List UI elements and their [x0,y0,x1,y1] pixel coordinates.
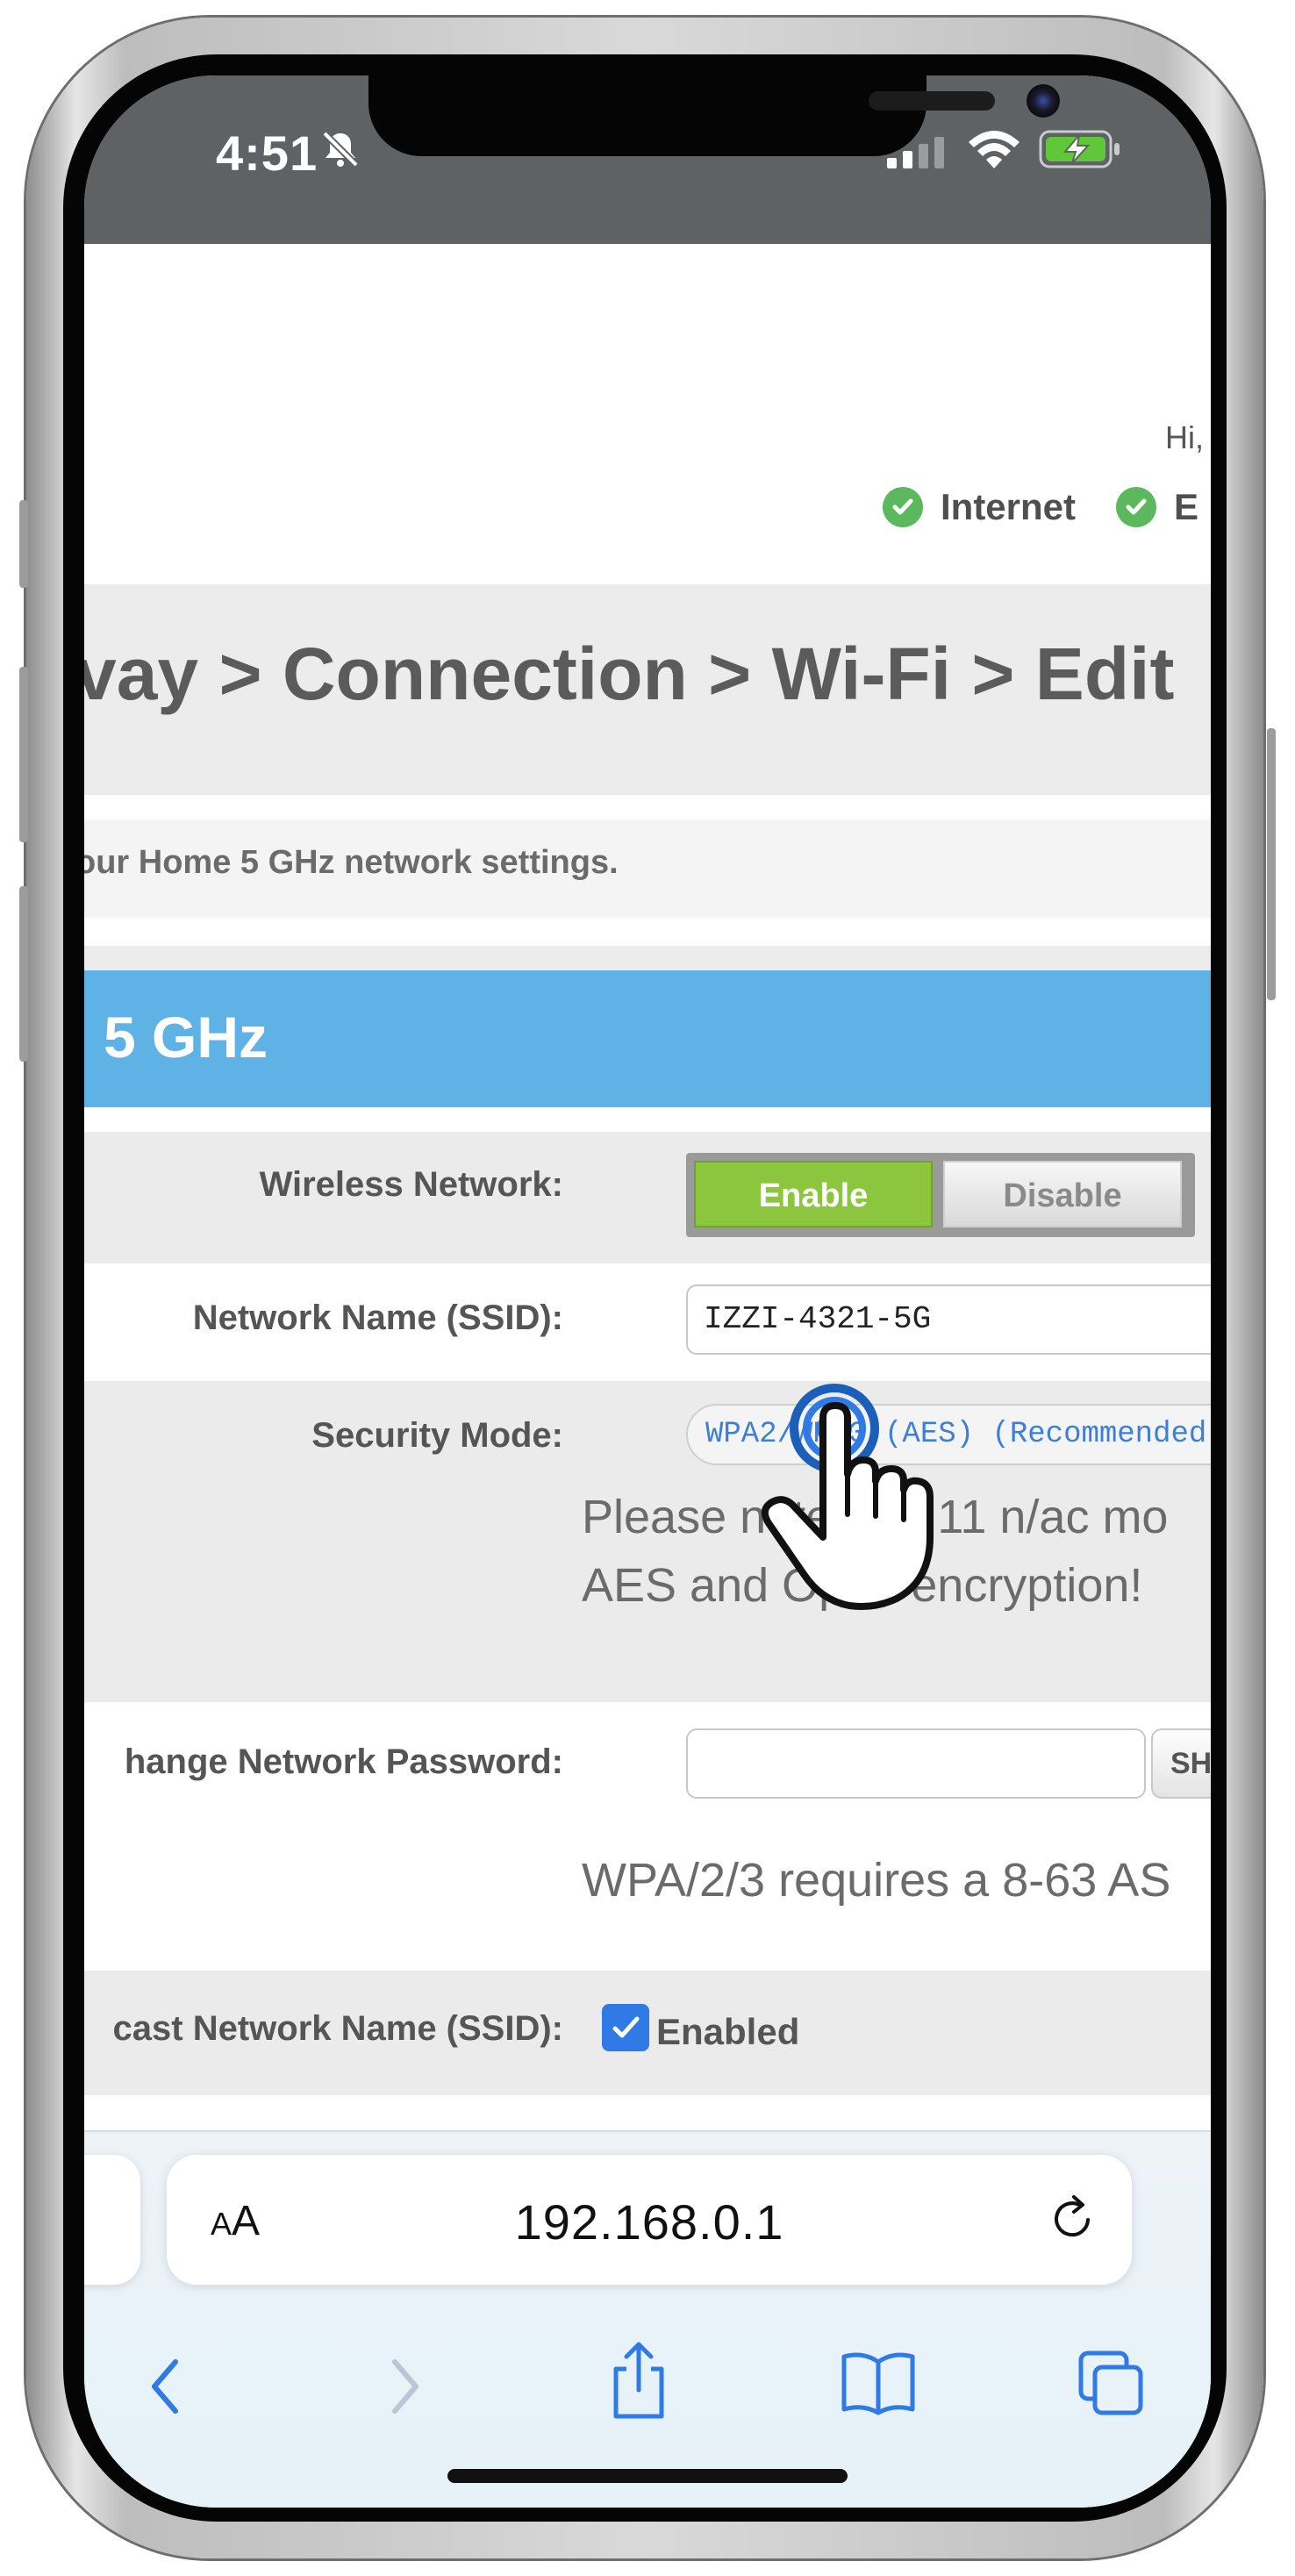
tap-gesture-hand-icon [761,1384,934,1610]
address-bar[interactable]: AA 192.168.0.1 [167,2155,1132,2285]
enable-button[interactable]: Enable [694,1161,933,1227]
second-status-label: E [1174,486,1199,527]
band-header: 5 GHz [84,970,1211,1107]
web-page[interactable]: Hi, Internet E vay > Connection > Wi-Fi … [84,244,1211,2218]
breadcrumb-bar: vay > Connection > Wi-Fi > Edit [84,584,1211,795]
side-button-mute [19,500,28,588]
phone-screen: 4:51 Hi, Internet E vay > Connection > W… [84,75,1211,2508]
tabs-icon[interactable] [1076,2348,1146,2418]
ssid-label: Network Name (SSID): [192,1299,563,1337]
browser-toolbar: AA 192.168.0.1 [84,2130,1211,2508]
password-requirement-note: WPA/2/3 requires a 8-63 AS [582,1854,1171,1907]
security-mode-label: Security Mode: [311,1416,563,1455]
battery-charging-icon [1039,130,1120,168]
change-password-label: hange Network Password: [124,1742,563,1781]
broadcast-ssid-label: cast Network Name (SSID): [112,2009,563,2048]
ssid-input[interactable]: IZZI-4321-5G [686,1284,1211,1355]
side-button-volume-up [19,667,28,842]
url-text: 192.168.0.1 [514,2194,784,2250]
section-spacer [84,946,1211,970]
broadcast-ssid-value: Enabled [656,2011,800,2052]
check-circle-icon [883,487,923,527]
reload-icon[interactable] [1044,2190,1100,2246]
bookmarks-icon[interactable] [839,2350,918,2416]
notch [368,75,1060,156]
front-camera [1027,84,1060,118]
show-password-button[interactable]: SH [1151,1728,1211,1799]
check-circle-icon [1116,487,1157,527]
connection-status: Internet E [883,486,1198,528]
broadcast-ssid-checkbox[interactable] [602,2004,649,2051]
description-bar: our Home 5 GHz network settings. [84,819,1211,918]
password-input[interactable] [686,1728,1146,1799]
wifi-icon [969,131,1020,168]
status-time: 4:51 [216,125,318,181]
wireless-network-label: Wireless Network: [259,1165,563,1204]
side-button-volume-down [19,886,28,1062]
page-description: our Home 5 GHz network settings. [84,844,619,881]
disable-button[interactable]: Disable [943,1161,1182,1227]
speaker-grille [869,91,995,111]
status-bar: 4:51 [84,75,1211,244]
wireless-network-toggle: Enable Disable [686,1153,1195,1237]
share-icon[interactable] [605,2337,672,2422]
breadcrumb: vay > Connection > Wi-Fi > Edit [84,633,1175,715]
previous-tab-preview[interactable] [84,2155,140,2285]
greeting: Hi, [1165,419,1204,455]
forward-arrow-icon[interactable] [377,2351,430,2422]
back-arrow-icon[interactable] [140,2351,193,2422]
band-title: 5 GHz [104,1005,268,1070]
internet-status-label: Internet [941,486,1077,527]
bell-slash-icon [322,131,359,168]
side-button-power [1267,728,1276,1000]
home-indicator[interactable] [447,2469,848,2483]
